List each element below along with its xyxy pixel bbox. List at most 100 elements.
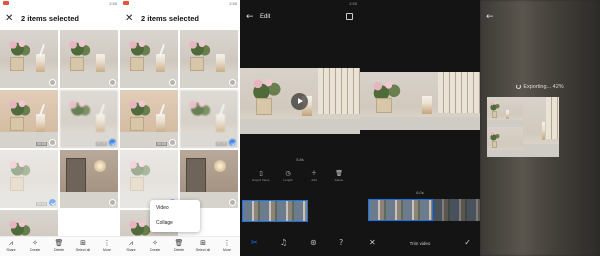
menu-item-video[interactable]: Video	[156, 205, 169, 211]
close-icon[interactable]: ✕	[5, 13, 13, 25]
save-icon[interactable]	[346, 13, 353, 20]
select-checkbox[interactable]	[229, 199, 236, 206]
trim-selection[interactable]	[368, 199, 433, 221]
share-button[interactable]: ⩘ Share	[1, 239, 21, 252]
select-all-button[interactable]: ⊞ Select all	[193, 239, 213, 252]
thumbnail[interactable]	[120, 30, 178, 88]
gallery-action-bar: ⩘ Share ✧ Create 🗑 Delete ⊞ Select all ⋮ More	[120, 236, 240, 256]
scissors-icon[interactable]: ✂	[251, 238, 258, 248]
select-checkbox-checked[interactable]	[49, 199, 56, 206]
thumbnail[interactable]	[60, 150, 118, 208]
trim-action-bar: ✕ Trim video ✓	[360, 238, 480, 250]
status-bar: 2:55	[240, 0, 360, 7]
selection-title: 2 items selected	[21, 14, 79, 23]
select-checkbox[interactable]	[49, 139, 56, 146]
play-button[interactable]	[291, 93, 308, 110]
trash-icon: 🗑	[335, 170, 343, 177]
trim-title: Trim video	[409, 241, 431, 246]
video-editor-screen: 2:55 ← Edit 5.8s ▯ Export frame ◷ Length ＋…	[240, 0, 360, 256]
select-checkbox[interactable]	[109, 79, 116, 86]
help-icon[interactable]: ?	[339, 238, 343, 248]
select-checkbox[interactable]	[49, 79, 56, 86]
gallery-action-bar: ⩘ Share ✧ Create 🗑 Delete ⊞ Select all ⋮ More	[0, 236, 120, 256]
editor-tools: ▯ Export frame ◷ Length ＋ Add 🗑 Delete	[240, 170, 360, 186]
thumbnail[interactable]: 00:05	[120, 90, 178, 148]
status-bar: 2:55	[120, 0, 240, 7]
export-thumb-a	[487, 97, 523, 127]
confirm-icon[interactable]: ✓	[464, 238, 471, 247]
more-icon: ⋮	[103, 239, 111, 247]
back-arrow-icon[interactable]: ←	[486, 12, 494, 22]
add-button[interactable]: ＋ Add	[302, 170, 326, 182]
trash-icon: 🗑	[174, 239, 184, 247]
filter-icon[interactable]: ⊛	[310, 238, 317, 248]
create-menu: Video Collage	[150, 200, 200, 232]
close-icon[interactable]: ✕	[125, 13, 133, 25]
thumbnail[interactable]: 00:05	[180, 90, 238, 148]
select-all-icon: ⊞	[80, 239, 86, 247]
thumbnail[interactable]: 00:03	[0, 150, 58, 208]
status-time: 2:55	[109, 1, 117, 6]
select-checkbox[interactable]	[229, 79, 236, 86]
export-thumb-c	[487, 127, 523, 157]
trim-video-screen: 6.0s ✕ Trim video ✓	[360, 0, 480, 256]
music-icon[interactable]: ♫	[280, 238, 287, 248]
export-screen: ← Exporting... 42%	[480, 0, 600, 256]
menu-item-collage[interactable]: Collage	[156, 220, 173, 226]
gallery-screen-1: 2:55 ✕ 2 items selected 00:05 00:05 00:0…	[0, 0, 120, 256]
thumbnail[interactable]	[180, 30, 238, 88]
clock-icon: ◷	[285, 170, 291, 177]
status-bar: 2:55	[0, 0, 120, 7]
export-progress: Exporting... 42%	[480, 84, 600, 90]
thumbnail[interactable]	[0, 30, 58, 88]
video-duration: 00:05	[36, 142, 47, 146]
select-checkbox-checked[interactable]	[109, 139, 116, 146]
video-preview[interactable]	[360, 72, 480, 130]
thumbnail[interactable]: 00:05	[0, 90, 58, 148]
select-checkbox-checked[interactable]	[229, 139, 236, 146]
export-header: ←	[480, 10, 600, 26]
share-icon: ⩘	[129, 239, 133, 247]
editor-tab-bar: ✂ ♫ ⊛ ?	[240, 238, 360, 250]
trash-icon: 🗑	[54, 239, 64, 247]
video-duration: 00:05	[156, 142, 167, 146]
phone-icon: ▯	[259, 170, 263, 177]
delete-button[interactable]: 🗑 Delete	[49, 239, 69, 252]
select-all-button[interactable]: ⊞ Select all	[73, 239, 93, 252]
thumbnail[interactable]	[60, 30, 118, 88]
notification-icon	[123, 1, 129, 5]
back-arrow-icon[interactable]: ←	[246, 12, 254, 22]
status-time: 2:55	[349, 1, 357, 6]
editor-header: ← Edit	[240, 10, 360, 26]
more-button[interactable]: ⋮ More	[217, 239, 237, 252]
plus-icon: ＋	[310, 170, 317, 177]
create-icon: ✧	[152, 239, 158, 247]
export-thumb-b	[523, 97, 559, 157]
more-icon: ⋮	[223, 239, 231, 247]
more-button[interactable]: ⋮ More	[97, 239, 117, 252]
delete-button[interactable]: 🗑 Delete	[169, 239, 189, 252]
share-button[interactable]: ⩘ Share	[121, 239, 141, 252]
status-time: 2:55	[229, 1, 237, 6]
thumbnail[interactable]: 00:05	[60, 90, 118, 148]
video-duration: 00:03	[36, 202, 47, 206]
create-button[interactable]: ✧ Create	[25, 239, 45, 252]
select-checkbox[interactable]	[109, 199, 116, 206]
video-timeline[interactable]	[242, 200, 308, 222]
create-icon: ✧	[32, 239, 38, 247]
trim-duration: 6.0s	[416, 190, 424, 195]
notification-icon	[3, 1, 9, 5]
export-frame-button[interactable]: ▯ Export frame	[249, 170, 273, 182]
select-checkbox[interactable]	[169, 139, 176, 146]
spinner-icon	[516, 84, 522, 89]
select-checkbox[interactable]	[169, 79, 176, 86]
editor-title: Edit	[260, 14, 271, 20]
video-duration: 00:05	[96, 142, 107, 146]
length-button[interactable]: ◷ Length	[276, 170, 300, 182]
delete-button[interactable]: 🗑 Delete	[327, 170, 351, 182]
selection-title: 2 items selected	[141, 14, 199, 23]
create-button[interactable]: ✧ Create	[145, 239, 165, 252]
trim-remaining	[433, 199, 480, 221]
video-duration: 00:05	[216, 142, 227, 146]
thumbnail-grid: 00:05 00:05 00:03	[0, 30, 120, 256]
